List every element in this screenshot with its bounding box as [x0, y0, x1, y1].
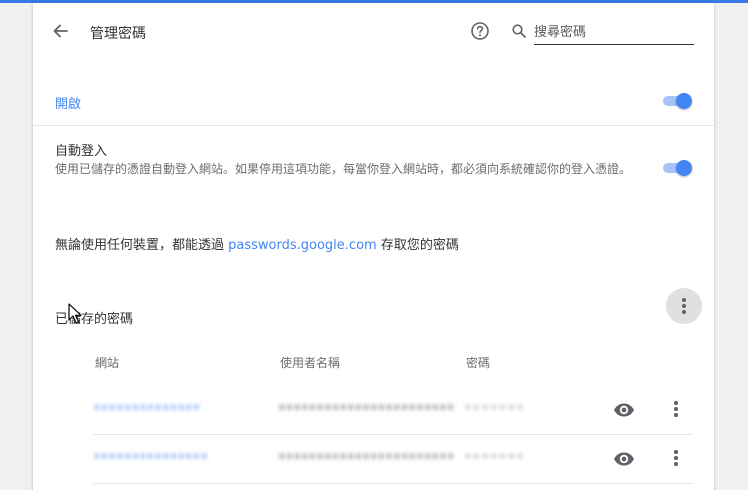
more-vert-icon	[674, 462, 678, 466]
offer-to-save-toggle[interactable]	[661, 93, 693, 109]
more-vert-icon	[682, 304, 686, 308]
auto-signin-description: 使用已儲存的憑證自動登入網站。如果停用這項功能，每當你登入網站時，都必須向系統確…	[55, 162, 632, 176]
row-menu-button[interactable]	[672, 399, 680, 419]
help-button[interactable]	[470, 21, 490, 41]
toggle-knob	[676, 93, 692, 109]
row-divider	[93, 483, 693, 484]
offer-to-save-label: 開啟	[55, 97, 82, 112]
arrow-back-icon	[53, 24, 68, 38]
toggle-knob	[676, 160, 692, 176]
row-password: •••••••	[464, 401, 525, 416]
row-password: •••••••	[464, 450, 525, 465]
back-button[interactable]	[51, 21, 71, 41]
settings-card: 管理密碼 開啟 自動登入 使用已儲存的憑證自動登入網站。如果停用這項功能，每當你…	[33, 3, 714, 490]
auto-signin-title: 自動登入	[55, 144, 108, 159]
help-icon	[471, 22, 489, 40]
row-username: •••••••••••••••••••••••	[278, 401, 455, 416]
passwords-google-link[interactable]: passwords.google.com	[228, 238, 377, 253]
eye-icon	[614, 403, 634, 417]
more-vert-icon	[674, 401, 678, 405]
mouse-cursor-icon	[68, 303, 82, 325]
column-header-username: 使用者名稱	[280, 356, 341, 370]
row-menu-button[interactable]	[672, 448, 680, 468]
page-title: 管理密碼	[90, 26, 146, 42]
search-icon	[511, 23, 527, 39]
more-vert-icon	[682, 310, 686, 314]
search-input[interactable]	[534, 20, 694, 45]
column-header-password: 密碼	[466, 356, 491, 370]
passwords-note-prefix: 無論使用任何裝置，都能透過	[55, 238, 229, 253]
row-username: •••••••••••••••••••••••	[278, 450, 455, 465]
show-password-button[interactable]	[613, 451, 635, 467]
more-vert-icon	[674, 413, 678, 417]
saved-passwords-title: 已儲存的密碼	[55, 312, 134, 327]
saved-passwords-menu-button[interactable]	[666, 288, 702, 324]
more-vert-icon	[674, 456, 678, 460]
more-vert-icon	[674, 450, 678, 454]
auto-signin-toggle[interactable]	[661, 160, 693, 176]
eye-icon	[614, 452, 634, 466]
row-divider	[93, 434, 693, 435]
passwords-note: 無論使用任何裝置，都能透過 passwords.google.com 存取您的密…	[55, 234, 459, 253]
row-site[interactable]: ••••••••••••••	[93, 401, 200, 416]
more-vert-icon	[674, 407, 678, 411]
passwords-note-suffix: 存取您的密碼	[376, 238, 459, 253]
row-site[interactable]: •••••••••••••••	[93, 450, 208, 465]
section-divider	[33, 125, 714, 126]
more-vert-icon	[682, 298, 686, 302]
show-password-button[interactable]	[613, 402, 635, 418]
column-header-site: 網站	[95, 356, 120, 370]
